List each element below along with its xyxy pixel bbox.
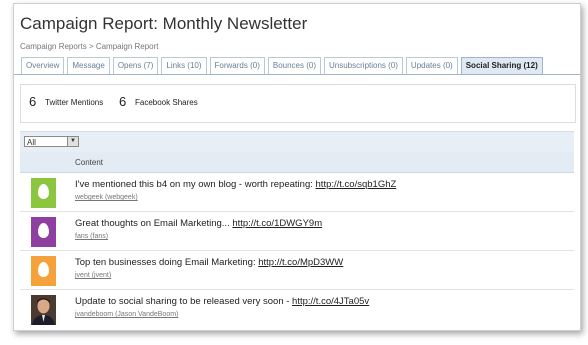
table-row: Top ten businesses doing Email Marketing… <box>20 251 574 290</box>
share-text: I've mentioned this b4 on my own blog - … <box>75 179 396 190</box>
egg-icon <box>38 184 49 199</box>
filter-select-value: All <box>27 138 36 147</box>
report-tabs: Overview Message Opens (7) Links (10) Fo… <box>21 57 546 74</box>
share-message: Great thoughts on Email Marketing... <box>75 218 233 229</box>
filter-bar: All ▼ <box>20 131 574 152</box>
person-photo-icon <box>31 295 56 325</box>
tab-divider <box>14 74 580 75</box>
egg-icon <box>38 262 49 277</box>
filter-select[interactable]: All ▼ <box>24 136 79 147</box>
twitter-label: Twitter Mentions <box>45 98 104 107</box>
facebook-count: 6 <box>119 94 127 109</box>
table-row: Update to social sharing to be released … <box>20 290 574 328</box>
table-header: Content <box>20 152 574 173</box>
tab-overview[interactable]: Overview <box>21 57 65 74</box>
tab-links[interactable]: Links (10) <box>161 57 207 74</box>
table-row: I've mentioned this b4 on my own blog - … <box>20 173 574 212</box>
breadcrumb[interactable]: Campaign Reports > Campaign Report <box>20 42 159 51</box>
tab-message[interactable]: Message <box>67 57 110 74</box>
share-user[interactable]: jvent (jvent) <box>75 272 111 279</box>
avatar[interactable] <box>31 256 56 286</box>
share-text: Top ten businesses doing Email Marketing… <box>75 257 343 268</box>
egg-icon <box>38 223 49 238</box>
share-user[interactable]: fans (fans) <box>75 233 108 240</box>
column-header-content: Content <box>75 158 104 167</box>
share-message: Top ten businesses doing Email Marketing… <box>75 257 259 268</box>
tab-updates[interactable]: Updates (0) <box>405 57 458 74</box>
report-window: Campaign Report: Monthly Newsletter Camp… <box>13 3 581 331</box>
share-link[interactable]: http://t.co/1DWGY9m <box>232 218 322 229</box>
share-link[interactable]: http://t.co/sqb1GhZ <box>316 179 397 190</box>
share-link[interactable]: http://t.co/4JTa05v <box>292 296 369 307</box>
twitter-count: 6 <box>29 94 37 109</box>
share-text: Great thoughts on Email Marketing... htt… <box>75 218 322 229</box>
facebook-label: Facebook Shares <box>135 98 198 107</box>
share-link[interactable]: http://t.co/MpD3WW <box>258 257 343 268</box>
tab-opens[interactable]: Opens (7) <box>112 57 159 74</box>
tab-forwards[interactable]: Forwards (0) <box>209 57 265 74</box>
share-user[interactable]: jvandeboom (Jason VandeBoom) <box>75 311 178 318</box>
tab-bounces[interactable]: Bounces (0) <box>267 57 321 74</box>
avatar[interactable] <box>31 295 56 325</box>
share-text: Update to social sharing to be released … <box>75 296 369 307</box>
social-stats-panel: 6 Twitter Mentions 6 Facebook Shares <box>20 84 576 123</box>
avatar[interactable] <box>31 178 56 208</box>
table-row: Great thoughts on Email Marketing... htt… <box>20 212 574 251</box>
share-user[interactable]: webgeek (webgeek) <box>75 194 138 201</box>
chevron-down-icon[interactable]: ▼ <box>67 137 78 146</box>
page-title: Campaign Report: Monthly Newsletter <box>20 14 308 33</box>
share-message: I've mentioned this b4 on my own blog - … <box>75 179 316 190</box>
tab-unsubscriptions[interactable]: Unsubscriptions (0) <box>324 57 403 74</box>
avatar[interactable] <box>31 217 56 247</box>
tab-social-sharing[interactable]: Social Sharing (12) <box>460 57 543 74</box>
share-message: Update to social sharing to be released … <box>75 296 293 307</box>
